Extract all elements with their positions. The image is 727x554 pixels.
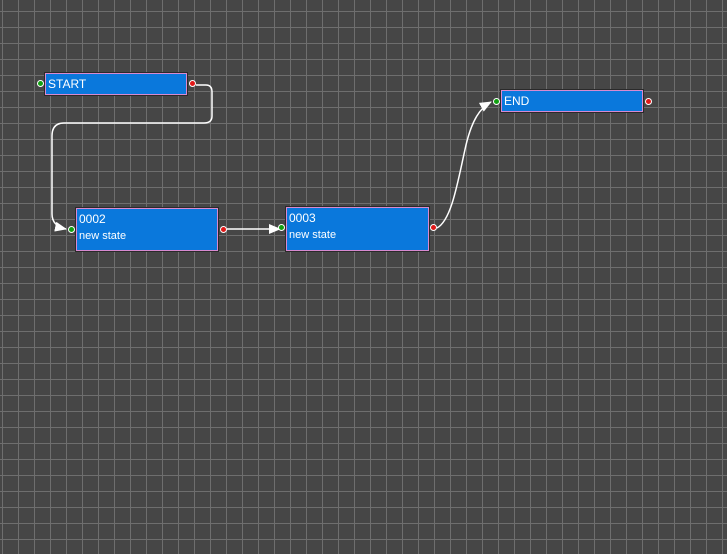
node-end-output-port[interactable] (645, 98, 652, 105)
node-0003-title: 0003 (289, 211, 316, 225)
node-0002-output-port[interactable] (220, 226, 227, 233)
node-0002[interactable]: 0002 new state (75, 207, 219, 252)
node-0002-input-port[interactable] (68, 226, 75, 233)
node-0002-title: 0002 (79, 212, 106, 226)
node-0003-subtitle: new state (289, 229, 337, 241)
node-0003[interactable]: 0003 new state (285, 206, 430, 252)
node-0003-output-port[interactable] (430, 224, 437, 231)
edge-0003-to-end[interactable] (436, 101, 492, 229)
node-start-input-port[interactable] (37, 80, 44, 87)
node-0002-subtitle: new state (79, 230, 127, 242)
node-start-title: START (48, 77, 87, 91)
graph-canvas[interactable]: START 0002 new state 0003 new state END (0, 0, 727, 554)
node-start-output-port[interactable] (189, 80, 196, 87)
node-start[interactable]: START (44, 72, 188, 96)
node-end[interactable]: END (500, 89, 644, 113)
node-end-title: END (504, 94, 530, 108)
node-end-input-port[interactable] (493, 98, 500, 105)
node-0003-input-port[interactable] (278, 224, 285, 231)
